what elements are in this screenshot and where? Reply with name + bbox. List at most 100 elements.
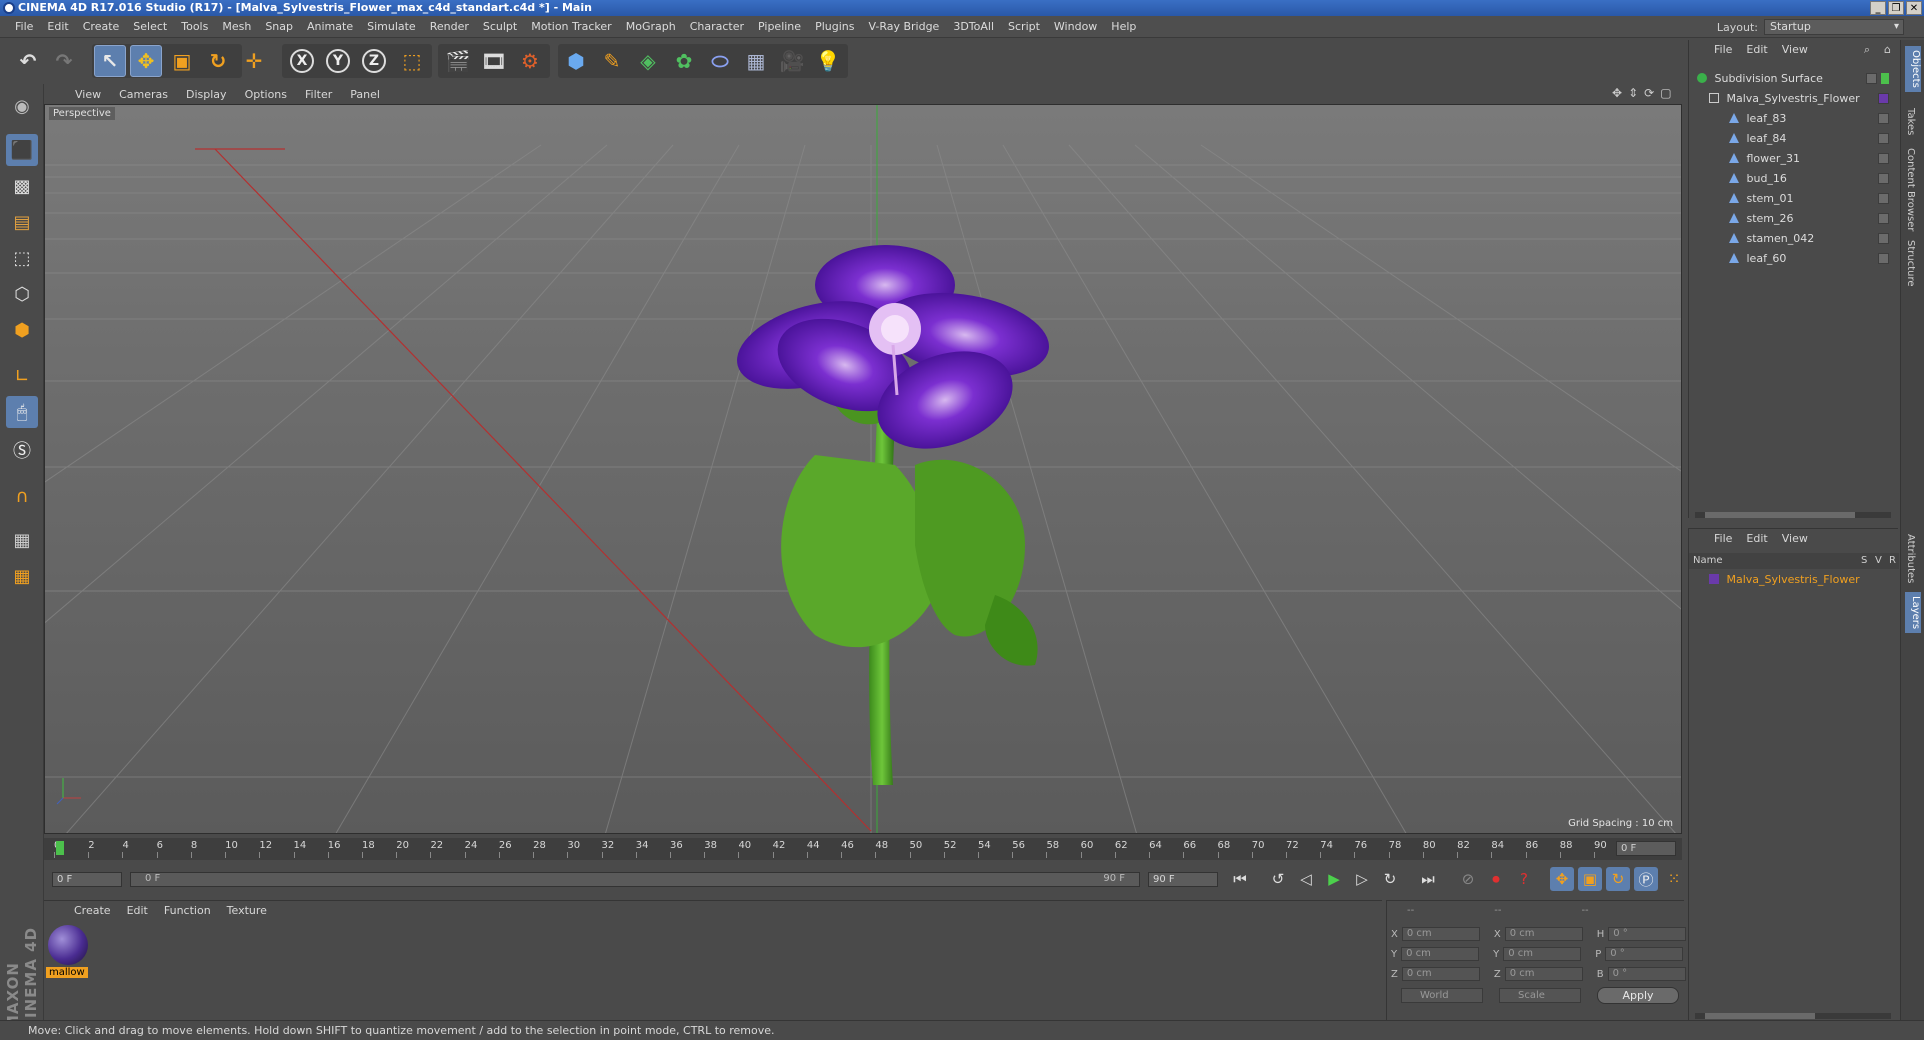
menu-render[interactable]: Render [423,16,476,38]
menu-select[interactable]: Select [126,16,174,38]
orbit-icon[interactable]: ⟳ [1644,86,1654,100]
close-icon[interactable]: ✕ [1906,1,1922,15]
rotation-b-field[interactable]: 0 ° [1607,967,1686,981]
frame-ruler[interactable]: 0246810121416182022242628303234363840424… [54,838,1607,860]
x-axis-button[interactable]: X [286,45,318,77]
viewport-menu-display[interactable]: Display [177,86,236,104]
key-pla-icon[interactable]: ⁙ [1662,867,1686,891]
menu-mograph[interactable]: MoGraph [619,16,683,38]
layer-row[interactable]: Malva_Sylvestris_Flower [1689,571,1899,589]
key-parameter-icon[interactable]: Ⓟ [1634,867,1658,891]
subdivision-icon[interactable]: ◈ [632,45,664,77]
viewport-menu-view[interactable]: View [66,86,110,104]
polygons-mode-icon[interactable]: ⬢ [6,314,38,346]
next-keyframe-icon[interactable]: ↻ [1378,867,1402,891]
menu-mesh[interactable]: Mesh [215,16,258,38]
pen-icon[interactable]: ✎ [596,45,628,77]
tree-row-leaf-83[interactable]: leaf_83 [1689,110,1899,128]
key-position-icon[interactable]: ✥ [1550,867,1574,891]
material-menu-create[interactable]: Create [66,901,119,921]
camera-icon[interactable]: 🎥 [776,45,808,77]
material-name[interactable]: mallow [46,967,88,978]
viewport-perspective[interactable]: Perspective Grid Spacing : 10 cm [44,104,1682,834]
tab-attributes[interactable]: Attributes [1905,530,1916,587]
viewport-menu-filter[interactable]: Filter [296,86,341,104]
tree-row-leaf-60[interactable]: leaf_60 [1689,250,1899,268]
layer-hscrollbar[interactable] [1695,1013,1891,1019]
render-view-icon[interactable]: 🎬 [442,45,474,77]
cloner-icon[interactable]: ✿ [668,45,700,77]
menu-character[interactable]: Character [683,16,751,38]
menu-script[interactable]: Script [1001,16,1047,38]
move-icon[interactable]: ✥ [130,45,162,77]
material-menu-function[interactable]: Function [156,901,219,921]
menu-tools[interactable]: Tools [174,16,215,38]
preview-range-slider[interactable]: 0 F 90 F [130,872,1140,887]
pan-icon[interactable]: ✥ [1612,86,1622,100]
layer-menu-view[interactable]: View [1775,529,1815,551]
size-z-field[interactable]: 0 cm [1504,967,1583,981]
workplane-icon[interactable]: ▤ [6,206,38,238]
apply-button[interactable]: Apply [1597,987,1679,1004]
tree-row-stem-01[interactable]: stem_01 [1689,190,1899,208]
render-settings-icon[interactable]: ⚙ [514,45,546,77]
layer-menu-edit[interactable]: Edit [1739,529,1774,551]
menu-plugins[interactable]: Plugins [808,16,861,38]
layout-dropdown[interactable]: Startup [1764,19,1904,35]
menu-sculpt[interactable]: Sculpt [476,16,524,38]
transform-icon[interactable]: ✛ [238,45,270,77]
tree-row-group[interactable]: Malva_Sylvestris_Flower [1689,90,1899,108]
select-icon[interactable]: ↖ [94,45,126,77]
viewport-menu-cameras[interactable]: Cameras [110,86,177,104]
key-scale-icon[interactable]: ▣ [1578,867,1602,891]
position-y-field[interactable]: 0 cm [1401,947,1480,961]
previous-frame-icon[interactable]: ◁ [1294,867,1318,891]
light-icon[interactable]: 💡 [812,45,844,77]
rotation-p-field[interactable]: 0 ° [1605,947,1684,961]
go-to-start-icon[interactable]: ⏮ [1228,867,1252,891]
coordinate-system-icon[interactable]: ⬚ [396,45,428,77]
make-editable-icon[interactable]: ◉ [6,90,38,122]
menu-snap[interactable]: Snap [258,16,300,38]
render-picture-viewer-icon[interactable]: 🎞 [478,45,510,77]
go-to-end-icon[interactable]: ⏭ [1416,867,1440,891]
timeline-ruler[interactable]: 0246810121416182022242628303234363840424… [44,838,1682,860]
key-rotation-icon[interactable]: ↻ [1606,867,1630,891]
z-axis-button[interactable]: Z [358,45,390,77]
next-frame-icon[interactable]: ▷ [1350,867,1374,891]
record-keys-icon[interactable]: ⊘ [1456,867,1480,891]
undo-icon[interactable]: ↶ [12,45,44,77]
current-frame-field[interactable]: 0 F [1616,841,1676,856]
menu-3dtoall[interactable]: 3DToAll [946,16,1001,38]
size-x-field[interactable]: 0 cm [1504,927,1583,941]
start-frame-field[interactable]: 0 F [52,872,122,887]
snap-icon[interactable]: Ⓢ [6,434,38,466]
tree-row-bud-16[interactable]: bud_16 [1689,170,1899,188]
tweak-mode-icon[interactable]: 🖱 [6,396,38,428]
edges-mode-icon[interactable]: ⬡ [6,278,38,310]
size-y-field[interactable]: 0 cm [1503,947,1582,961]
viewport-menu-options[interactable]: Options [236,86,296,104]
tree-row-flower-31[interactable]: flower_31 [1689,150,1899,168]
previous-keyframe-icon[interactable]: ↺ [1266,867,1290,891]
deformer-icon[interactable]: ⬭ [704,45,736,77]
end-frame-field[interactable]: 90 F [1148,872,1218,887]
layer-menu-file[interactable]: File [1707,529,1739,551]
tree-row-stamen-042[interactable]: stamen_042 [1689,230,1899,248]
material-menu-edit[interactable]: Edit [119,901,156,921]
viewport-camera-label[interactable]: Perspective [49,107,115,120]
search-icon[interactable]: ⌕ [1857,40,1877,62]
tab-content-browser[interactable]: Content Browser [1905,144,1916,235]
menu-pipeline[interactable]: Pipeline [751,16,808,38]
material-thumbnail[interactable] [48,925,88,965]
object-menu-view[interactable]: View [1775,40,1815,62]
menu-file[interactable]: File [8,16,40,38]
object-menu-file[interactable]: File [1707,40,1739,62]
lock-workplane-icon[interactable]: ▦ [6,524,38,556]
menu-edit[interactable]: Edit [40,16,75,38]
autokey-icon[interactable]: ⏺ [1484,867,1508,891]
model-mode-icon[interactable]: ⬛ [6,134,38,166]
minimize-icon[interactable]: _ [1870,1,1886,15]
object-menu-edit[interactable]: Edit [1739,40,1774,62]
rotate-icon[interactable]: ↻ [202,45,234,77]
